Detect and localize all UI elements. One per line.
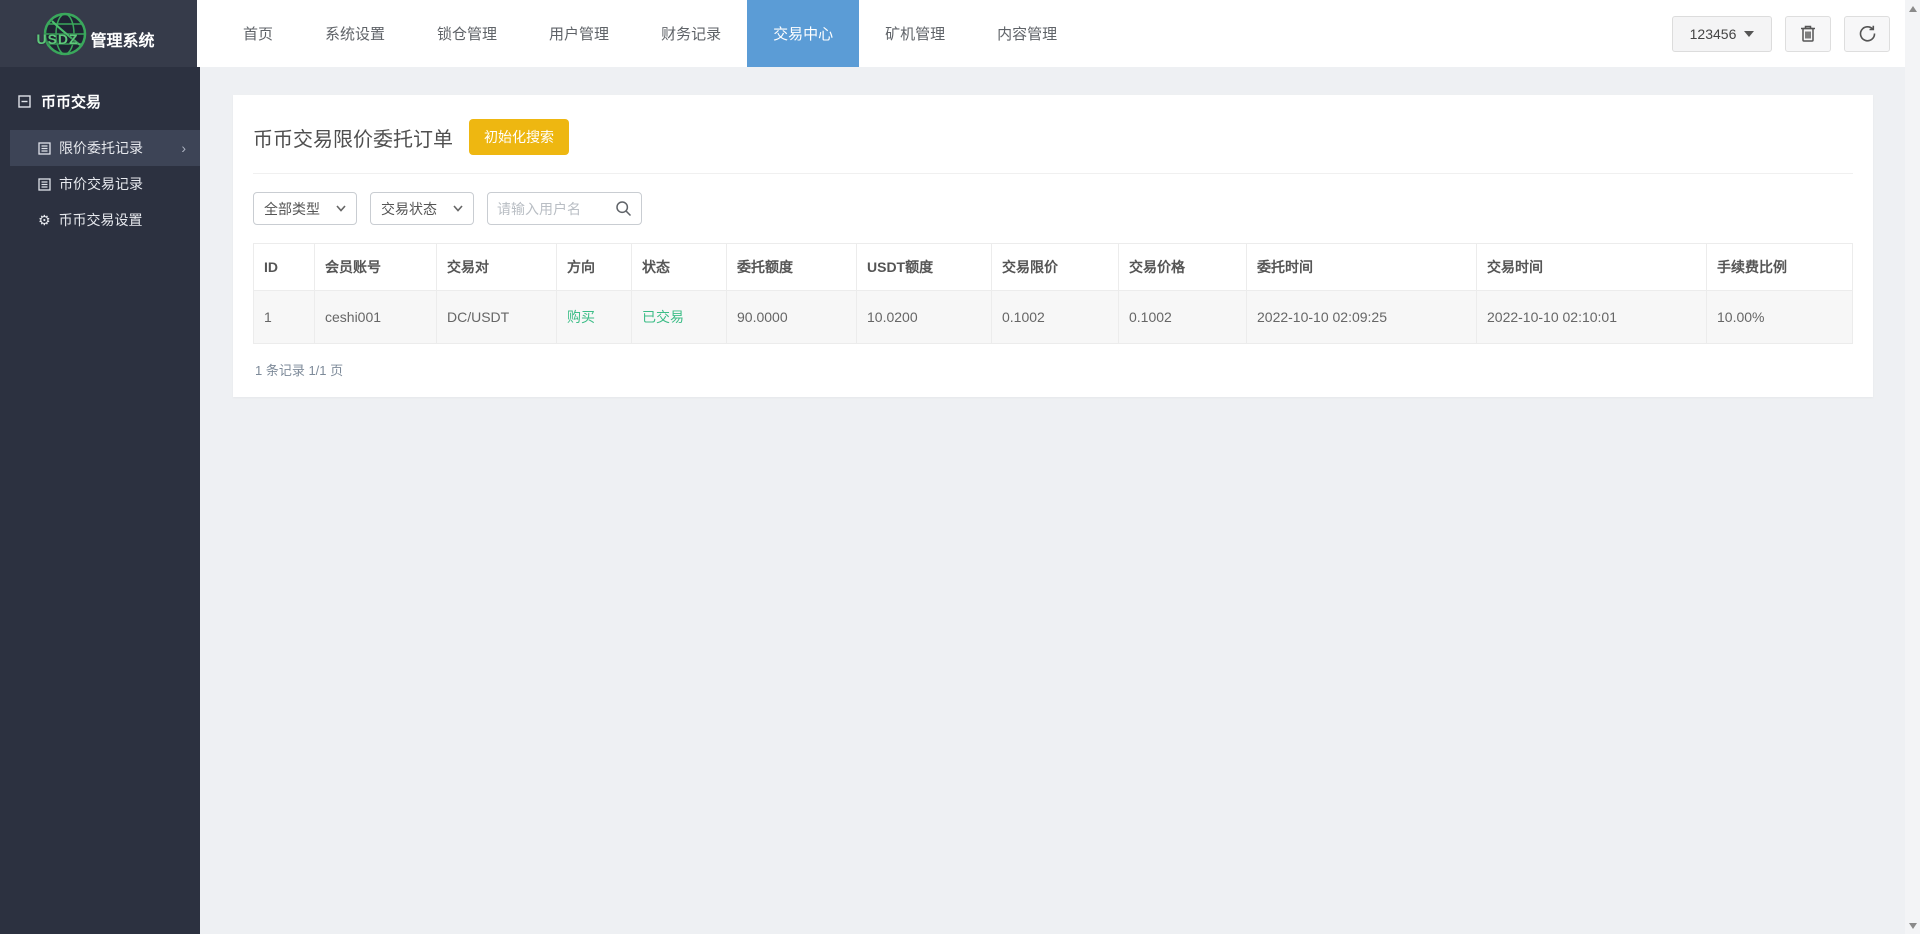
top-navbar: USDZ 管理系统 首页 系统设置 锁仓管理 用户管理 财务记录 交易中心 矿机… (0, 0, 1920, 67)
page-title: 币币交易限价委托订单 (253, 128, 453, 151)
cell-trade-price: 0.1002 (1118, 290, 1247, 344)
user-dropdown-label: 123456 (1689, 25, 1737, 42)
gear-icon: ⚙ (38, 212, 51, 228)
record-count: 1 条记录 1/1 页 (255, 363, 344, 378)
col-member-account: 会员账号 (314, 243, 437, 291)
cell-direction: 购买 (556, 290, 632, 344)
chevron-down-icon (453, 205, 463, 212)
sidebar-item-limit-orders[interactable]: 限价委托记录 › (10, 130, 200, 166)
nav-item-trade-center[interactable]: 交易中心 (747, 0, 860, 67)
col-trade-pair: 交易对 (436, 243, 557, 291)
type-select-value: 全部类型 (264, 200, 320, 217)
list-icon (38, 141, 51, 155)
username-search (487, 192, 642, 225)
cell-trade-time: 2022-10-10 02:10:01 (1476, 290, 1707, 344)
nav-item-home[interactable]: 首页 (217, 0, 299, 67)
nav-item-system-settings[interactable]: 系统设置 (299, 0, 411, 67)
cell-limit-price: 0.1002 (991, 290, 1119, 344)
user-dropdown-button[interactable]: 123456 (1672, 15, 1772, 52)
filter-bar: 全部类型 交易状态 (253, 192, 1853, 225)
cell-entrust-amount: 90.0000 (726, 290, 857, 344)
status-select[interactable]: 交易状态 (370, 192, 474, 225)
sidebar-group-label: 币币交易 (41, 94, 102, 111)
col-fee-ratio: 手续费比例 (1706, 243, 1853, 291)
table-row: 1 ceshi001 DC/USDT 购买 已交易 90.0000 10.020… (253, 290, 1853, 344)
table-header-row: ID 会员账号 交易对 方向 状态 委托额度 USDT额度 交易限价 交易价格 … (253, 243, 1853, 291)
cell-id: 1 (253, 290, 315, 344)
col-entrust-amount: 委托额度 (726, 243, 857, 291)
caret-down-icon (1744, 30, 1755, 37)
nav-item-content[interactable]: 内容管理 (971, 0, 1083, 67)
cell-fee-ratio: 10.00% (1706, 290, 1853, 344)
card-header: 币币交易限价委托订单 初始化搜索 (253, 113, 1853, 174)
chevron-right-icon: › (181, 140, 186, 156)
cell-member-account: ceshi001 (314, 290, 437, 344)
col-trade-time: 交易时间 (1476, 243, 1707, 291)
col-direction: 方向 (556, 243, 632, 291)
trash-icon (1799, 24, 1817, 43)
cell-trade-pair: DC/USDT (436, 290, 557, 344)
username-search-input[interactable] (497, 200, 615, 217)
sidebar: 币币交易 限价委托记录 › 市价交易记录 ⚙ 币币交易设置 (0, 67, 200, 934)
collapse-minus-icon (18, 95, 31, 108)
globe-logo-icon: USDZ (36, 11, 88, 57)
scroll-down-icon[interactable] (1905, 917, 1920, 934)
main-nav: 首页 系统设置 锁仓管理 用户管理 财务记录 交易中心 矿机管理 内容管理 (217, 0, 1083, 67)
cell-entrust-time: 2022-10-10 02:09:25 (1246, 290, 1477, 344)
cell-status: 已交易 (631, 290, 727, 344)
trash-button[interactable] (1785, 15, 1831, 52)
navbar-right-controls: 123456 (1672, 0, 1920, 67)
logo-text: USDZ (36, 30, 79, 47)
sidebar-item-trade-settings[interactable]: ⚙ 币币交易设置 (10, 202, 200, 238)
col-status: 状态 (631, 243, 727, 291)
chevron-down-icon (336, 205, 346, 212)
logout-icon (1858, 24, 1877, 43)
orders-table: ID 会员账号 交易对 方向 状态 委托额度 USDT额度 交易限价 交易价格 … (253, 243, 1853, 344)
sidebar-group-coin-trade[interactable]: 币币交易 (0, 67, 200, 130)
app-logo: USDZ 管理系统 (0, 0, 197, 67)
logout-button[interactable] (1844, 15, 1890, 52)
sidebar-item-label: 限价委托记录 (59, 140, 143, 156)
cell-usdt-amount: 10.0200 (856, 290, 992, 344)
nav-item-users[interactable]: 用户管理 (523, 0, 635, 67)
scroll-up-icon[interactable] (1905, 0, 1920, 17)
status-select-value: 交易状态 (381, 200, 437, 217)
main-content: 币币交易限价委托订单 初始化搜索 全部类型 交易状态 请输入用户名 ID 会员账… (200, 67, 1905, 934)
orders-card: 币币交易限价委托订单 初始化搜索 全部类型 交易状态 请输入用户名 ID 会员账… (233, 95, 1873, 397)
sidebar-item-label: 市价交易记录 (59, 176, 143, 192)
app-title: 管理系统 (90, 32, 155, 50)
col-limit-price: 交易限价 (991, 243, 1119, 291)
sidebar-item-label: 币币交易设置 (58, 212, 143, 228)
vertical-scrollbar[interactable] (1905, 0, 1920, 934)
col-entrust-time: 委托时间 (1246, 243, 1477, 291)
type-select[interactable]: 全部类型 (253, 192, 357, 225)
nav-item-lockup[interactable]: 锁仓管理 (411, 0, 523, 67)
col-usdt-amount: USDT额度 (856, 243, 992, 291)
col-trade-price: 交易价格 (1118, 243, 1247, 291)
col-id: ID (253, 243, 315, 291)
search-icon[interactable] (615, 200, 632, 217)
sidebar-item-market-trades[interactable]: 市价交易记录 (10, 166, 200, 202)
nav-item-miner[interactable]: 矿机管理 (859, 0, 971, 67)
list-icon (38, 177, 51, 191)
reset-search-button[interactable]: 初始化搜索 (469, 119, 569, 155)
nav-item-finance[interactable]: 财务记录 (635, 0, 747, 67)
